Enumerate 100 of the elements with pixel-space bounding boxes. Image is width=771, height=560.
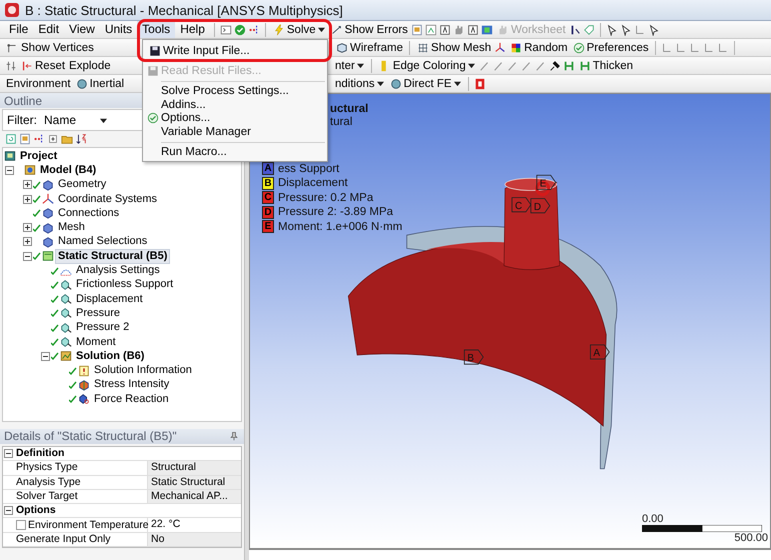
axis-icon[interactable] bbox=[702, 42, 715, 54]
line-icon[interactable] bbox=[506, 60, 519, 72]
cursor-icon[interactable] bbox=[606, 24, 618, 36]
expand-icon[interactable] bbox=[22, 180, 32, 190]
line-icon[interactable] bbox=[520, 60, 533, 72]
tree-item[interactable]: Project bbox=[17, 148, 60, 164]
line-icon[interactable] bbox=[492, 60, 505, 72]
expand-icon[interactable] bbox=[22, 223, 32, 232]
toolbar-button[interactable]: Show Vertices bbox=[4, 40, 96, 56]
checkbox[interactable] bbox=[16, 520, 26, 530]
triad-icon[interactable] bbox=[494, 42, 506, 54]
cube-icon[interactable] bbox=[336, 42, 348, 54]
tree-item[interactable]: Named Selections bbox=[55, 234, 150, 250]
menu-item[interactable]: Help bbox=[175, 21, 210, 38]
menu-item[interactable]: Units bbox=[100, 21, 138, 38]
toolbar-button[interactable]: Preferences bbox=[570, 40, 651, 56]
menu-item[interactable]: File bbox=[4, 21, 34, 38]
toolbar-button[interactable]: nditions bbox=[333, 76, 387, 92]
toolbar-button[interactable]: Random bbox=[507, 40, 570, 56]
expand-icon[interactable] bbox=[22, 237, 32, 246]
line-icon[interactable] bbox=[478, 60, 491, 72]
tree-item[interactable]: Force Reaction bbox=[91, 392, 172, 407]
document-icon[interactable] bbox=[410, 24, 423, 36]
legend-label: Displacement bbox=[278, 177, 348, 190]
probe-icon bbox=[78, 393, 90, 406]
tree-item[interactable]: Solution Information bbox=[91, 363, 195, 378]
axes-icon bbox=[42, 193, 54, 206]
toolbar-button[interactable]: Environment bbox=[4, 76, 73, 92]
axis-icon[interactable] bbox=[660, 42, 673, 54]
model-icon bbox=[24, 164, 36, 176]
reset-icon[interactable] bbox=[21, 60, 33, 72]
tree-item[interactable]: Mesh bbox=[55, 220, 88, 236]
color-blocks-icon[interactable] bbox=[510, 42, 522, 54]
property-value[interactable]: No bbox=[148, 532, 241, 546]
book-icon[interactable] bbox=[474, 78, 486, 90]
tree-item[interactable]: Analysis Settings bbox=[73, 263, 163, 278]
palette-icon[interactable] bbox=[480, 24, 493, 36]
toolbar-button[interactable]: nter bbox=[333, 58, 367, 74]
menu-item[interactable]: View bbox=[64, 21, 100, 38]
tree-item[interactable]: Stress Intensity bbox=[91, 377, 172, 392]
toolbar-button[interactable]: Show Errors bbox=[328, 22, 410, 38]
sliders-icon[interactable] bbox=[5, 60, 17, 72]
tree-item[interactable]: Coordinate Systems bbox=[55, 192, 160, 207]
tree-item[interactable]: Pressure 2 bbox=[73, 320, 132, 336]
collapse-icon[interactable] bbox=[4, 449, 13, 458]
tree-item[interactable]: Solution (B6) bbox=[73, 348, 148, 364]
cursor-icon[interactable] bbox=[620, 24, 632, 36]
grid-icon[interactable] bbox=[417, 42, 430, 54]
check-icon[interactable] bbox=[234, 24, 246, 36]
toolbar-button[interactable]: Explode bbox=[67, 58, 113, 74]
refresh-icon[interactable] bbox=[5, 133, 17, 145]
probe-icon[interactable] bbox=[330, 24, 343, 36]
dots-icon[interactable] bbox=[248, 24, 260, 36]
property-value[interactable]: Static Structural bbox=[148, 476, 241, 489]
toolbar-button[interactable]: Wireframe bbox=[333, 40, 406, 56]
collapse-icon[interactable] bbox=[4, 166, 14, 175]
sort-icon[interactable] bbox=[75, 133, 87, 145]
dots-icon[interactable] bbox=[33, 133, 45, 145]
menu-item[interactable]: Write Input File... bbox=[145, 43, 323, 58]
text-icon[interactable] bbox=[438, 24, 451, 36]
tree-item[interactable]: Frictionless Support bbox=[73, 277, 176, 292]
tree-item[interactable]: Pressure bbox=[73, 306, 124, 321]
property-value[interactable]: Mechanical AP... bbox=[148, 490, 241, 504]
collapse-icon[interactable] bbox=[4, 506, 13, 516]
tree-item[interactable]: Static Structural (B5) bbox=[55, 248, 170, 264]
lightning-icon[interactable] bbox=[272, 24, 285, 36]
property-value[interactable]: Structural bbox=[148, 461, 241, 475]
tree-item[interactable]: Displacement bbox=[73, 292, 146, 307]
cursor-icon[interactable] bbox=[648, 24, 660, 36]
collapse-icon[interactable] bbox=[22, 252, 32, 261]
text-icon[interactable] bbox=[466, 24, 479, 36]
menu-item[interactable]: Edit bbox=[33, 21, 64, 38]
check-icon bbox=[147, 112, 159, 124]
console-icon[interactable] bbox=[220, 24, 232, 36]
axis-icon[interactable] bbox=[688, 42, 701, 54]
globe-icon[interactable] bbox=[390, 78, 402, 90]
thicken-icon[interactable] bbox=[578, 60, 591, 72]
tree-item[interactable]: Geometry bbox=[55, 177, 110, 192]
tree-item[interactable]: Moment bbox=[73, 334, 119, 350]
tree-item[interactable]: Connections bbox=[55, 206, 122, 221]
document-icon[interactable] bbox=[19, 133, 31, 145]
check-icon[interactable] bbox=[572, 42, 585, 54]
section-title: Definition bbox=[15, 446, 66, 460]
expand-icon[interactable] bbox=[22, 194, 32, 204]
axis-icon[interactable] bbox=[716, 42, 729, 54]
toolbar-button[interactable]: Thicken bbox=[576, 58, 635, 74]
toolbar-button[interactable]: Reset bbox=[18, 58, 68, 74]
toolbar-button[interactable]: Edge Coloring bbox=[376, 58, 478, 74]
toolbar-button[interactable]: Inertial bbox=[72, 76, 126, 92]
axis-icon[interactable] bbox=[674, 42, 687, 54]
load-icon bbox=[60, 336, 72, 348]
toolbar-button[interactable]: Solve bbox=[270, 22, 328, 38]
legend-letter: D bbox=[262, 206, 274, 219]
toolbar-button[interactable]: Show Mesh bbox=[414, 40, 494, 56]
expand-all-icon[interactable] bbox=[47, 133, 59, 145]
tree-item[interactable]: Model (B4) bbox=[37, 162, 100, 178]
toolbar-button[interactable]: Direct FE bbox=[386, 76, 464, 92]
globe-icon[interactable] bbox=[76, 78, 88, 90]
load-icon bbox=[60, 293, 72, 306]
collapse-icon[interactable] bbox=[40, 352, 50, 361]
